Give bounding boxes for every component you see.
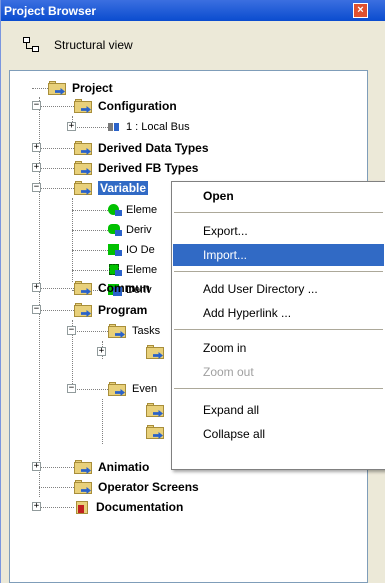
folder-icon	[74, 303, 94, 317]
expand-communication[interactable]: +	[32, 283, 41, 292]
expand-derived-fb-types[interactable]: +	[32, 163, 41, 172]
project-browser-window: Project Browser × Structural view − + + …	[0, 0, 385, 583]
menu-item-open[interactable]: Open	[173, 185, 384, 207]
folder-icon	[146, 425, 166, 439]
tree-node-variable-item[interactable]: Eleme	[108, 201, 157, 219]
tree-node-event-folder[interactable]	[146, 423, 170, 441]
folder-icon	[146, 403, 166, 417]
tree-node-event-folder[interactable]	[146, 401, 170, 419]
tree-node-program[interactable]: Program	[74, 301, 147, 319]
folder-icon	[74, 141, 94, 155]
menu-item-import[interactable]: Import...	[173, 244, 384, 266]
expand-documentation[interactable]: +	[32, 502, 41, 511]
expand-derived-data-types[interactable]: +	[32, 143, 41, 152]
menu-separator	[174, 329, 383, 330]
menu-item-zoom-out: Zoom out	[203, 365, 254, 379]
collapse-variables[interactable]: −	[32, 183, 41, 192]
structural-view-button[interactable]: Structural view	[23, 35, 133, 55]
menu-item-expand-all[interactable]: Expand all	[173, 399, 384, 421]
folder-icon	[48, 81, 68, 95]
folder-icon	[146, 345, 166, 359]
collapse-events[interactable]: −	[67, 384, 76, 393]
green-shape-icon	[108, 224, 122, 236]
folder-icon	[74, 281, 94, 295]
menu-separator	[174, 388, 383, 389]
tree-node-variable-item[interactable]: Deriv	[108, 221, 152, 239]
tree-node-variables[interactable]: Variable	[74, 179, 149, 197]
menu-item-export[interactable]: Export...	[173, 220, 384, 242]
context-menu: Open Export... Import... Add User Direct…	[171, 181, 385, 470]
tree-structure-icon	[23, 37, 41, 53]
collapse-configuration[interactable]: −	[32, 101, 41, 110]
tree-node-documentation[interactable]: Documentation	[74, 498, 183, 516]
title-bar[interactable]: Project Browser ×	[1, 0, 385, 21]
menu-item-add-hyperlink[interactable]: Add Hyperlink ...	[173, 302, 384, 324]
tree-node-events[interactable]: Even	[108, 380, 157, 398]
tree-node-animation[interactable]: Animatio	[74, 458, 149, 476]
folder-icon	[108, 382, 128, 396]
folder-icon	[108, 324, 128, 338]
expand-task-item[interactable]: +	[97, 347, 106, 356]
green-circle-icon	[108, 204, 122, 216]
menu-item-add-user-directory[interactable]: Add User Directory ...	[173, 278, 384, 300]
tree-node-variable-item[interactable]: IO De	[108, 241, 155, 259]
folder-icon	[74, 99, 94, 113]
menu-item-zoom-in[interactable]: Zoom in	[173, 337, 384, 359]
expand-animation[interactable]: +	[32, 462, 41, 471]
documentation-icon	[74, 501, 92, 514]
tree-node-project[interactable]: Project	[48, 79, 113, 97]
tree-node-configuration[interactable]: Configuration	[74, 97, 177, 115]
menu-item-collapse-all[interactable]: Collapse all	[173, 423, 384, 445]
tree-node-local-bus[interactable]: 1 : Local Bus	[108, 118, 190, 136]
folder-icon	[74, 460, 94, 474]
tree-node-variable-item[interactable]: Eleme	[108, 261, 157, 279]
close-button[interactable]: ×	[353, 3, 368, 18]
toolbar: Structural view	[1, 21, 385, 67]
tree-node-tasks[interactable]: Tasks	[108, 322, 160, 340]
window-title: Project Browser	[4, 4, 97, 18]
folder-icon	[74, 480, 94, 494]
expand-local-bus[interactable]: +	[67, 122, 76, 131]
tree-node-communication[interactable]: Commun	[74, 279, 150, 297]
menu-separator	[174, 271, 383, 272]
folder-icon	[74, 181, 94, 195]
tree-node-derived-fb-types[interactable]: Derived FB Types	[74, 159, 198, 177]
structural-view-label: Structural view	[54, 38, 133, 52]
tree-node-derived-data-types[interactable]: Derived Data Types	[74, 139, 209, 157]
bus-icon	[108, 121, 122, 133]
folder-icon	[74, 161, 94, 175]
collapse-program[interactable]: −	[32, 305, 41, 314]
green-gear-icon	[108, 264, 122, 276]
menu-separator	[174, 212, 383, 213]
tree-node-task-folder[interactable]	[146, 343, 170, 361]
tree-node-operator-screens[interactable]: Operator Screens	[74, 478, 199, 496]
green-square-icon	[108, 244, 122, 256]
collapse-tasks[interactable]: −	[67, 326, 76, 335]
